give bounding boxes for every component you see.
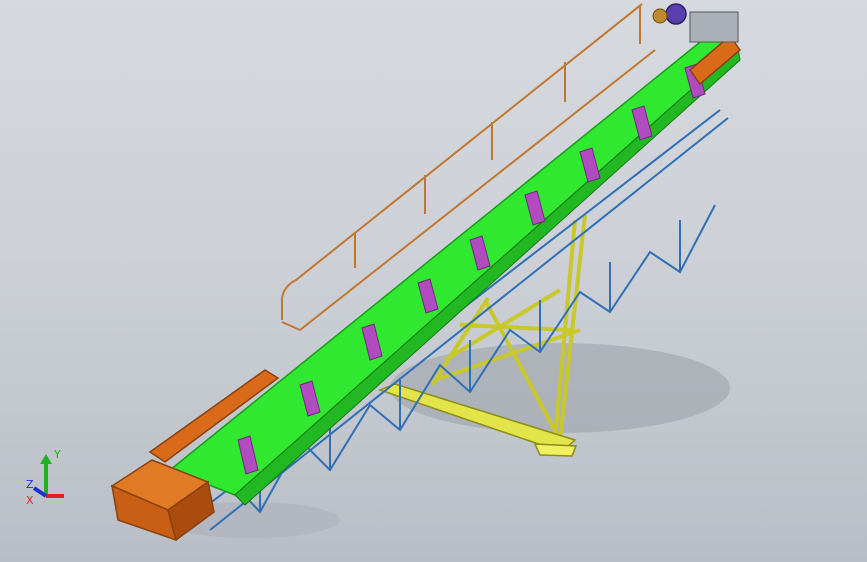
conveyor-belt-side — [234, 47, 741, 506]
y-axis-label: Y — [53, 448, 61, 461]
y-axis-arrow-icon — [40, 454, 52, 464]
x-axis-label: X — [26, 494, 34, 507]
orientation-triad: Y Z X — [26, 448, 64, 507]
conveyor-3d-model[interactable] — [0, 0, 867, 562]
cad-viewport[interactable]: Y Z X — [0, 0, 867, 562]
drive-motor[interactable] — [652, 3, 687, 25]
z-axis-label: Z — [26, 478, 34, 491]
support-foot[interactable] — [533, 443, 578, 457]
head-housing[interactable] — [689, 11, 739, 43]
